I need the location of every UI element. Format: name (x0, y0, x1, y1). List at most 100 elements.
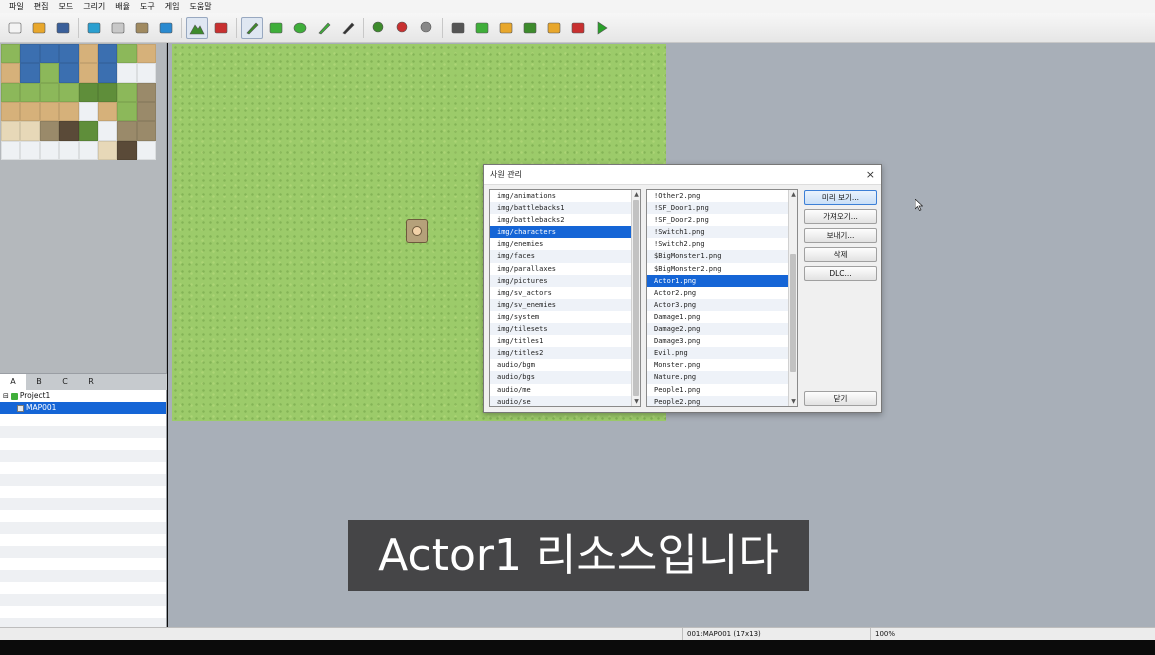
file-list-item[interactable]: Actor1.png (647, 274, 797, 287)
tile-light[interactable] (1, 121, 21, 141)
tile-snow[interactable] (78, 140, 98, 160)
tile-dark[interactable] (117, 140, 137, 160)
tile-sand[interactable] (78, 44, 98, 64)
folder-list-item[interactable]: img/faces (490, 250, 640, 263)
folder-list-item[interactable]: img/sv_enemies (490, 298, 640, 311)
file-list-item[interactable]: Damage3.png (647, 335, 797, 347)
palette-tab-b[interactable]: B (26, 374, 52, 390)
tile-sand[interactable] (39, 102, 60, 122)
file-list-item[interactable]: People2.png (647, 395, 797, 406)
tile-water[interactable] (59, 63, 79, 83)
tree-node-map[interactable]: MAP001 (0, 402, 166, 414)
scroll-down-icon[interactable]: ▼ (789, 397, 797, 406)
preview-button[interactable]: 미리 보기... (804, 190, 877, 205)
tile-sand[interactable] (136, 44, 156, 64)
paste-button[interactable] (131, 17, 153, 39)
tile-grass[interactable] (39, 63, 60, 83)
file-list-item[interactable]: $BigMonster1.png (647, 250, 797, 263)
folder-list-item[interactable]: img/animations (490, 190, 640, 202)
folder-list-item[interactable]: img/battlebacks1 (490, 202, 640, 215)
dlc-button[interactable]: DLC... (804, 266, 877, 281)
folder-list-item[interactable]: img/enemies (490, 238, 640, 250)
palette-tab-r[interactable]: R (78, 374, 104, 390)
tile-grass[interactable] (59, 82, 79, 102)
tile-snow[interactable] (59, 140, 79, 160)
tile-snow[interactable] (97, 121, 118, 141)
file-list-item[interactable]: Nature.png (647, 371, 797, 384)
close-icon[interactable]: × (866, 168, 875, 181)
menu-item-7[interactable]: 도움말 (185, 0, 217, 13)
folder-list[interactable]: img/animations img/battlebacks1 img/battle… (489, 189, 641, 407)
tile-rock[interactable] (39, 121, 60, 141)
tile-tree[interactable] (78, 121, 98, 141)
open-project-button[interactable] (28, 17, 50, 39)
save-project-button[interactable] (52, 17, 74, 39)
tile-rock[interactable] (136, 102, 156, 122)
tile-water[interactable] (59, 44, 79, 64)
scroll-up-icon[interactable]: ▲ (632, 190, 640, 199)
database-button[interactable] (447, 17, 469, 39)
plugin-manager-button[interactable] (471, 17, 493, 39)
tile-grass[interactable] (117, 82, 137, 102)
menu-item-4[interactable]: 배율 (110, 0, 135, 13)
folder-list-scrollbar[interactable]: ▲ ▼ (631, 190, 640, 406)
tile-water[interactable] (97, 44, 118, 64)
file-list-item[interactable]: $BigMonster2.png (647, 263, 797, 275)
menu-item-0[interactable]: 파일 (4, 0, 29, 13)
scroll-up-icon[interactable]: ▲ (789, 190, 797, 199)
tile-tree[interactable] (78, 82, 98, 102)
file-list-item[interactable]: Actor3.png (647, 298, 797, 311)
folder-list-item[interactable]: img/system (490, 311, 640, 323)
undo-button[interactable] (155, 17, 177, 39)
shadow-pen-button[interactable] (337, 17, 359, 39)
palette-tab-a[interactable]: A (0, 374, 26, 390)
tile-water[interactable] (20, 44, 40, 64)
menu-item-1[interactable]: 편집 (29, 0, 54, 13)
ellipse-button[interactable] (289, 17, 311, 39)
tile-grass[interactable] (39, 82, 60, 102)
file-list-item[interactable]: Actor2.png (647, 287, 797, 299)
zoom-out-button[interactable] (392, 17, 414, 39)
close-button[interactable]: 닫기 (804, 391, 877, 406)
folder-list-item[interactable]: img/battlebacks2 (490, 214, 640, 226)
tile-snow[interactable] (39, 140, 60, 160)
tile-snow[interactable] (1, 140, 21, 160)
copy-button[interactable] (107, 17, 129, 39)
sound-test-button[interactable] (495, 17, 517, 39)
event-mode-button[interactable] (210, 17, 232, 39)
collapse-icon[interactable]: ⊟ (3, 390, 9, 402)
tile-light[interactable] (97, 140, 118, 160)
folder-list-item[interactable]: img/tilesets (490, 323, 640, 336)
tile-sand[interactable] (59, 102, 79, 122)
map-event-actor[interactable] (406, 219, 428, 243)
file-list-item[interactable]: !Switch2.png (647, 238, 797, 250)
folder-list-item[interactable]: audio/bgm (490, 359, 640, 371)
tile-dark[interactable] (59, 121, 79, 141)
folder-list-item[interactable]: img/titles1 (490, 335, 640, 347)
cut-button[interactable] (83, 17, 105, 39)
tile-grass[interactable] (20, 82, 40, 102)
folder-list-item[interactable]: audio/bgs (490, 371, 640, 384)
file-list-item[interactable]: !SF_Door1.png (647, 202, 797, 215)
file-list-scrollbar[interactable]: ▲ ▼ (788, 190, 797, 406)
tile-grass[interactable] (117, 102, 137, 122)
resource-manager-button[interactable] (543, 17, 565, 39)
file-list-item[interactable]: !Switch1.png (647, 226, 797, 239)
folder-list-item[interactable]: img/characters (490, 226, 640, 239)
tile-water[interactable] (20, 63, 40, 83)
file-list-item[interactable]: Damage2.png (647, 323, 797, 336)
pencil-button[interactable] (241, 16, 263, 39)
folder-list-item[interactable]: img/parallaxes (490, 263, 640, 275)
file-list-item[interactable]: !SF_Door2.png (647, 214, 797, 226)
tile-sand[interactable] (20, 102, 40, 122)
tile-grass[interactable] (117, 44, 137, 64)
menu-item-5[interactable]: 도구 (135, 0, 160, 13)
folder-list-item[interactable]: img/sv_actors (490, 287, 640, 299)
menu-item-6[interactable]: 게임 (160, 0, 185, 13)
tile-grass[interactable] (1, 82, 21, 102)
menu-item-2[interactable]: 모드 (53, 0, 78, 13)
folder-list-item[interactable]: audio/se (490, 395, 640, 406)
tile-sand[interactable] (1, 63, 21, 83)
rectangle-button[interactable] (265, 17, 287, 39)
file-list-item[interactable]: Evil.png (647, 347, 797, 360)
